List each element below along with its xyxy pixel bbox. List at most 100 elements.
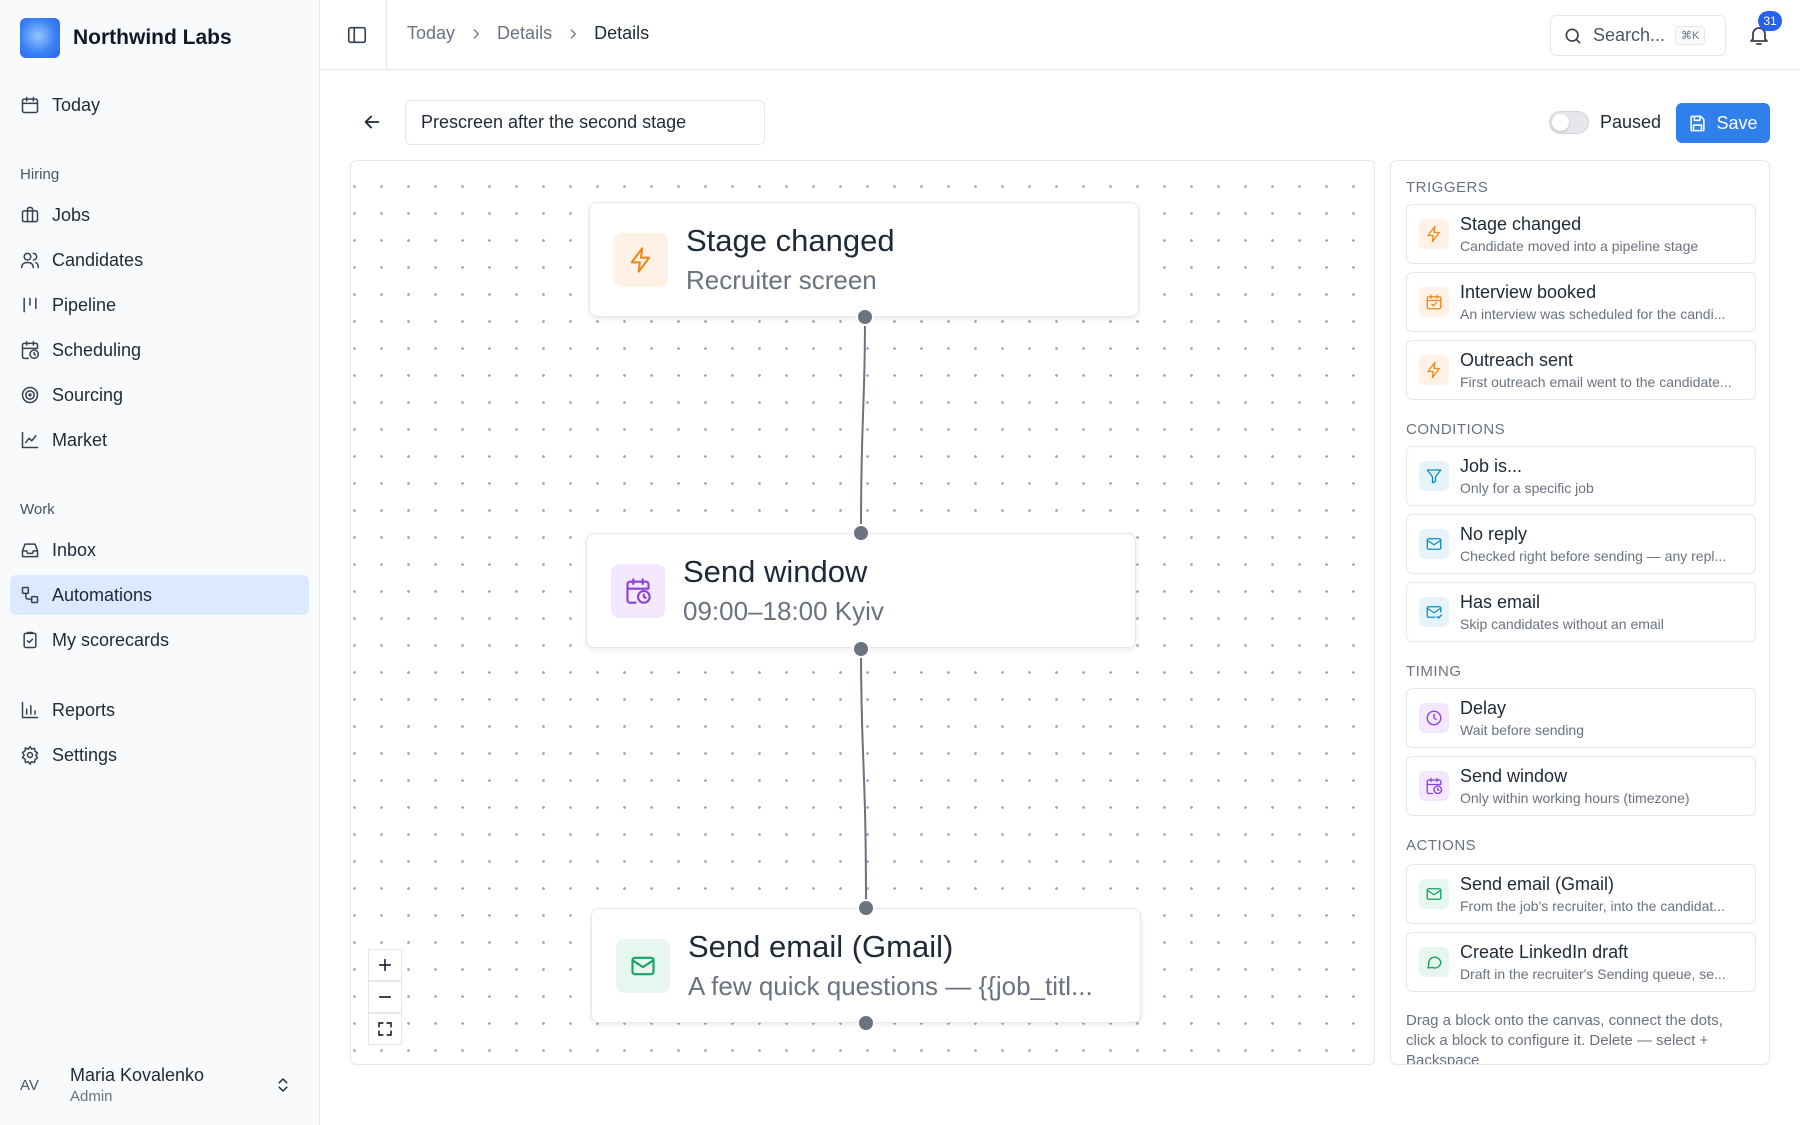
- zoom-in-button[interactable]: [368, 949, 402, 981]
- sidebar-item-sourcing[interactable]: Sourcing: [10, 375, 309, 415]
- node-output-handle[interactable]: [852, 640, 870, 658]
- block-title: No reply: [1460, 524, 1528, 544]
- sidebar-item-settings[interactable]: Settings: [10, 735, 309, 775]
- back-arrow-icon[interactable]: [361, 111, 383, 133]
- workflow-node-action[interactable]: Send email (Gmail) A few quick questions…: [591, 908, 1141, 1023]
- workflow-canvas[interactable]: Stage changed Recruiter screen Send wind…: [350, 160, 1375, 1065]
- search-input[interactable]: Search... ⌘K: [1550, 15, 1726, 56]
- sidebar-item-reports[interactable]: Reports: [10, 690, 309, 730]
- block-icon: [1419, 771, 1449, 801]
- brand[interactable]: Northwind Labs: [20, 18, 232, 58]
- sidebar-item-label: Automations: [52, 584, 153, 605]
- mail-check-icon: [1426, 606, 1443, 619]
- calendar-icon: [21, 96, 39, 114]
- node-subtitle: 09:00–18:00 Kyiv: [683, 596, 884, 626]
- inbox-icon: [21, 543, 39, 558]
- save-button[interactable]: Save: [1676, 103, 1770, 143]
- palette-help-text: Drag a block onto the canvas, connect th…: [1406, 1012, 1723, 1065]
- clock-icon: [1426, 710, 1442, 726]
- palette-section-title: TRIGGERS: [1406, 179, 1489, 196]
- palette-block[interactable]: Outreach sent First outreach email went t…: [1406, 340, 1756, 400]
- fit-view-button[interactable]: [368, 1013, 402, 1045]
- breadcrumb-item[interactable]: Today: [407, 23, 455, 44]
- edge[interactable]: [860, 648, 867, 909]
- edge[interactable]: [860, 316, 866, 534]
- sidebar-item-label: Sourcing: [52, 384, 124, 405]
- palette-block[interactable]: Send window Only within working hours (ti…: [1406, 756, 1756, 816]
- workflow-node-trigger[interactable]: Stage changed Recruiter screen: [589, 202, 1139, 317]
- mail-icon: [1426, 538, 1442, 550]
- palette-block[interactable]: Stage changed Candidate moved into a pipe…: [1406, 204, 1756, 264]
- node-output-handle[interactable]: [856, 308, 874, 326]
- zoom-controls: [368, 949, 402, 1045]
- block-title: Stage changed: [1460, 214, 1582, 234]
- block-description: Skip candidates without an email: [1460, 616, 1664, 632]
- block-icon: [1419, 287, 1449, 317]
- node-icon: [614, 232, 668, 287]
- block-title: Create LinkedIn draft: [1460, 942, 1629, 962]
- calendar-clock-icon: [1426, 777, 1443, 795]
- palette-block[interactable]: Create LinkedIn draft Draft in the recrui…: [1406, 932, 1756, 992]
- sidebar-item-today[interactable]: Today: [10, 85, 309, 125]
- zoom-out-button[interactable]: [368, 981, 402, 1013]
- sidebar-item-label: Today: [52, 94, 101, 115]
- palette-block[interactable]: Send email (Gmail) From the job's recruit…: [1406, 864, 1756, 924]
- nav-section-work: Work: [20, 501, 55, 518]
- sidebar-item-label: Reports: [52, 699, 116, 720]
- palette-block[interactable]: Job is... Only for a specific job: [1406, 446, 1756, 506]
- node-output-handle[interactable]: [857, 1014, 875, 1032]
- node-icon: [611, 563, 665, 618]
- sidebar-item-market[interactable]: Market: [10, 420, 309, 460]
- sidebar-item-candidates[interactable]: Candidates: [10, 240, 309, 280]
- sidebar-item-automations[interactable]: Automations: [10, 575, 309, 615]
- block-description: Only within working hours (timezone): [1460, 790, 1690, 806]
- calendar-icon: [1426, 294, 1442, 310]
- node-input-handle[interactable]: [857, 899, 875, 917]
- block-palette: TRIGGERS Stage changed Candidate moved in…: [1390, 160, 1770, 1065]
- briefcase-icon: [21, 206, 39, 223]
- bolt-icon: [1427, 225, 1440, 243]
- sidebar-item-scheduling[interactable]: Scheduling: [10, 330, 309, 370]
- workflow-node-timing[interactable]: Send window 09:00–18:00 Kyiv: [586, 533, 1136, 648]
- node-subtitle: Recruiter screen: [686, 265, 877, 295]
- user-menu[interactable]: AV Maria Kovalenko Admin: [20, 1060, 300, 1110]
- search-icon: [1565, 28, 1581, 44]
- sidebar-item-jobs[interactable]: Jobs: [10, 195, 309, 235]
- palette-block[interactable]: Delay Wait before sending: [1406, 688, 1756, 748]
- sidebar-toggle-icon[interactable]: [346, 24, 368, 46]
- chevron-right-icon: [473, 28, 480, 39]
- save-icon: [1690, 115, 1706, 131]
- block-description: Draft in the recruiter's Sending queue, …: [1460, 966, 1726, 982]
- sidebar-item-inbox[interactable]: Inbox: [10, 530, 309, 570]
- node-input-handle[interactable]: [852, 524, 870, 542]
- block-title: Delay: [1460, 698, 1507, 718]
- block-title: Has email: [1460, 592, 1541, 612]
- breadcrumb-item[interactable]: Details: [497, 23, 552, 44]
- block-title: Job is...: [1460, 456, 1523, 476]
- sidebar-item-label: Inbox: [52, 539, 97, 560]
- block-icon: [1419, 879, 1449, 909]
- node-icon: [616, 938, 670, 993]
- user-role: Admin: [70, 1088, 113, 1105]
- mail-icon: [1426, 888, 1442, 900]
- node-title: Stage changed: [686, 223, 895, 258]
- search-shortcut: ⌘K: [1675, 26, 1706, 45]
- block-icon: [1419, 529, 1449, 559]
- automation-name-input[interactable]: [405, 100, 765, 145]
- block-icon: [1419, 355, 1449, 385]
- sidebar-item-pipeline[interactable]: Pipeline: [10, 285, 309, 325]
- active-toggle[interactable]: [1549, 111, 1589, 134]
- sidebar: Northwind Labs Today Hiring Jobs Candida…: [0, 0, 320, 1125]
- line-chart-icon: [21, 431, 39, 449]
- pipeline-icon: [23, 297, 37, 313]
- block-title: Send email (Gmail): [1460, 874, 1615, 894]
- mail-icon: [631, 956, 655, 975]
- palette-block[interactable]: Has email Skip candidates without an emai…: [1406, 582, 1756, 642]
- palette-block[interactable]: Interview booked An interview was schedul…: [1406, 272, 1756, 332]
- block-title: Interview booked: [1460, 282, 1597, 302]
- palette-block[interactable]: No reply Checked right before sending — a…: [1406, 514, 1756, 574]
- sidebar-item-label: Scheduling: [52, 339, 142, 360]
- sidebar-item-scorecards[interactable]: My scorecards: [10, 620, 309, 660]
- status-label: Paused: [1600, 112, 1662, 132]
- block-description: Candidate moved into a pipeline stage: [1460, 238, 1699, 254]
